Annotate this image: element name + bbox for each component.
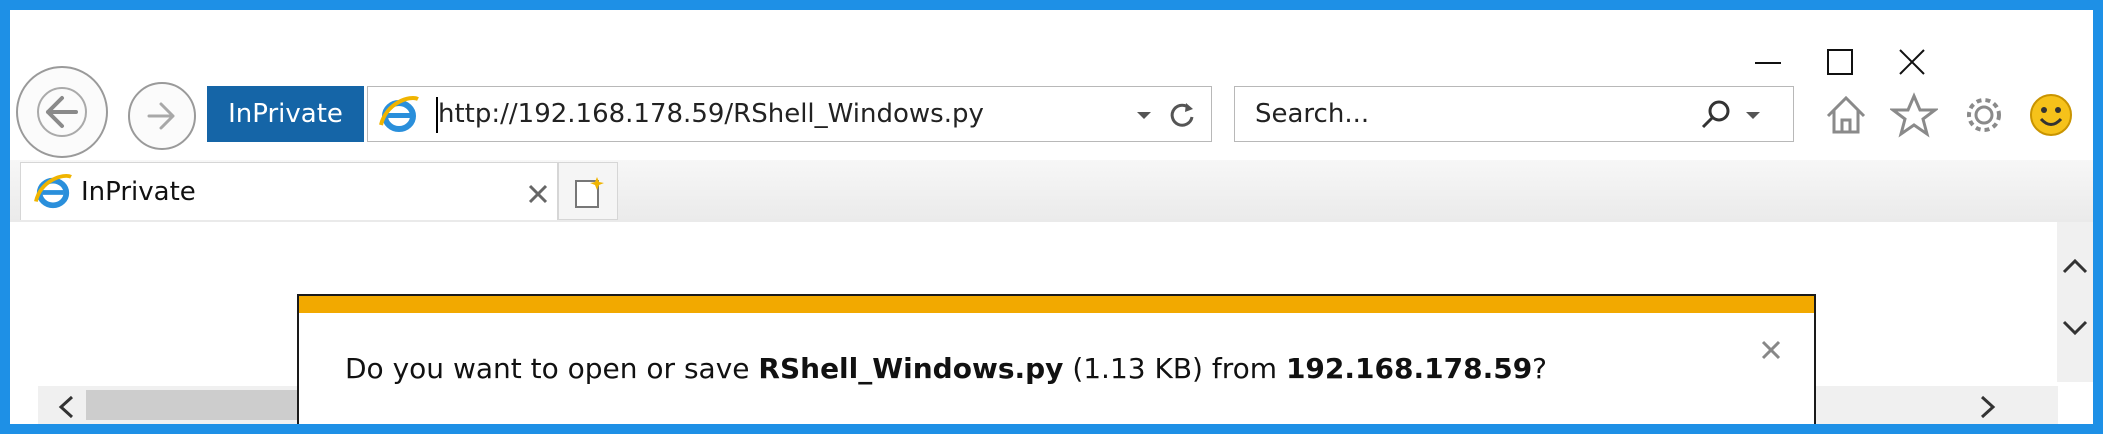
vertical-scrollbar[interactable] bbox=[2057, 222, 2093, 382]
ie-logo-icon bbox=[34, 174, 72, 209]
download-notification: Do you want to open or save RShell_Windo… bbox=[297, 294, 1816, 424]
refresh-icon[interactable] bbox=[1166, 99, 1198, 131]
forward-arrow-icon bbox=[147, 102, 175, 130]
inprivate-badge: InPrivate bbox=[207, 86, 364, 142]
close-tab-icon[interactable] bbox=[527, 183, 549, 205]
scroll-up-icon[interactable] bbox=[2061, 256, 2089, 276]
message-prefix: Do you want to open or save bbox=[345, 352, 759, 385]
new-tab-icon bbox=[575, 177, 604, 208]
address-bar[interactable]: http://192.168.178.59/RShell_Windows.py bbox=[367, 86, 1212, 142]
ie-logo-icon bbox=[379, 96, 419, 132]
back-button[interactable] bbox=[16, 66, 108, 158]
notification-close-button[interactable] bbox=[1756, 336, 1786, 366]
smiley-feedback-icon[interactable] bbox=[2028, 92, 2074, 138]
close-window-button[interactable] bbox=[1882, 32, 1942, 92]
settings-gear-icon[interactable] bbox=[1960, 92, 2008, 138]
home-icon[interactable] bbox=[1822, 92, 1870, 138]
close-icon bbox=[1761, 340, 1781, 360]
download-size: (1.13 KB) from bbox=[1063, 352, 1286, 385]
dropdown-arrow-icon[interactable] bbox=[1134, 105, 1154, 125]
browser-window: InPrivate http://192.168.178.59/RShell_W… bbox=[10, 10, 2093, 424]
download-filename: RShell_Windows.py bbox=[758, 352, 1064, 385]
dropdown-arrow-icon[interactable] bbox=[1743, 105, 1763, 125]
tab-inprivate[interactable]: InPrivate bbox=[20, 162, 558, 220]
favorites-star-icon[interactable] bbox=[1890, 92, 1938, 138]
download-message: Do you want to open or save RShell_Windo… bbox=[345, 352, 1547, 385]
search-input[interactable] bbox=[1235, 87, 1675, 141]
url-text: http://192.168.178.59/RShell_Windows.py bbox=[438, 99, 984, 129]
close-icon bbox=[1899, 49, 1925, 75]
search-icon[interactable] bbox=[1699, 99, 1733, 131]
forward-button[interactable] bbox=[128, 82, 196, 150]
download-host: 192.168.178.59 bbox=[1285, 352, 1533, 385]
minimize-icon bbox=[1755, 62, 1781, 64]
back-arrow-icon bbox=[37, 87, 87, 137]
minimize-button[interactable] bbox=[1738, 32, 1798, 92]
scroll-left-icon[interactable] bbox=[56, 394, 76, 420]
maximize-icon bbox=[1827, 49, 1853, 75]
tab-label: InPrivate bbox=[81, 177, 196, 207]
scroll-down-icon[interactable] bbox=[2061, 318, 2089, 338]
message-suffix: ? bbox=[1532, 352, 1548, 385]
horizontal-scroll-thumb[interactable] bbox=[86, 390, 326, 420]
search-bar[interactable] bbox=[1234, 86, 1794, 142]
maximize-button[interactable] bbox=[1810, 32, 1870, 92]
scroll-right-icon[interactable] bbox=[1978, 394, 1998, 420]
notification-accent-bar bbox=[299, 296, 1814, 313]
new-tab-button[interactable] bbox=[558, 162, 618, 220]
